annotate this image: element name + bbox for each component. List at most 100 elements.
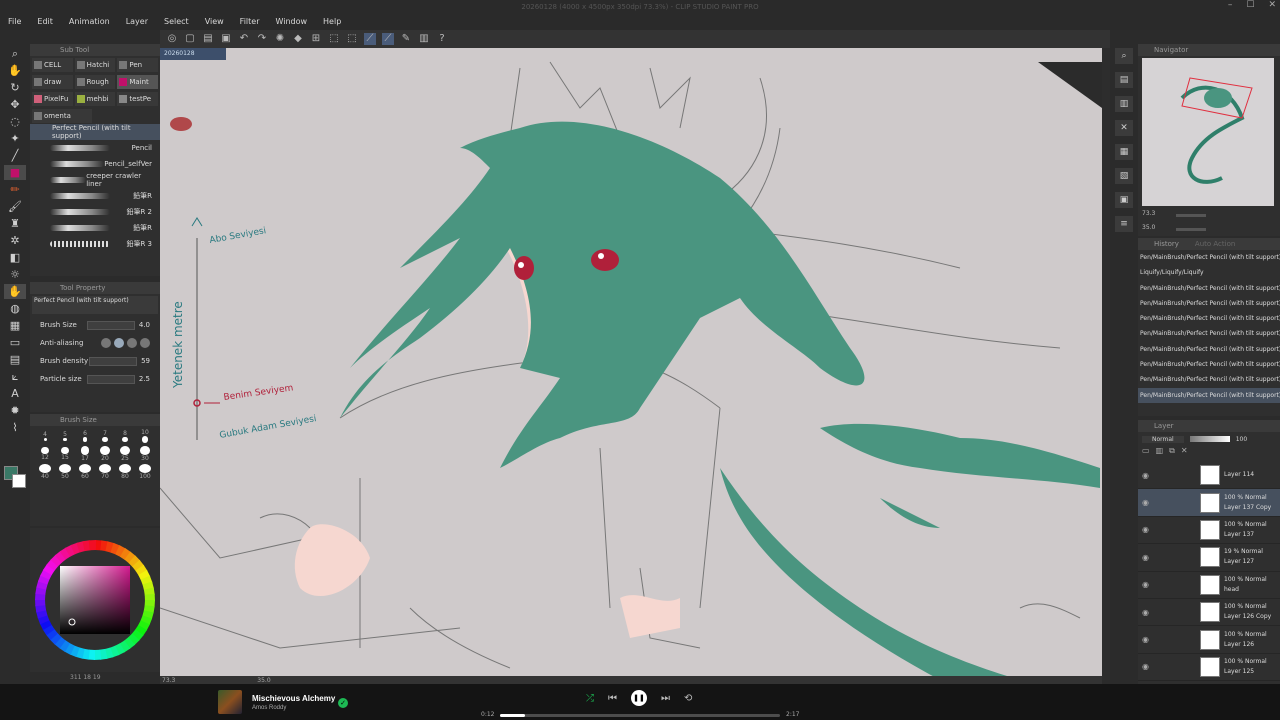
animation-icon[interactable]: ▧ <box>1115 168 1133 184</box>
brush-size-option[interactable]: 15 <box>56 446 74 462</box>
history-item[interactable]: Pen/MainBrush/Perfect Pencil (with tilt … <box>1138 342 1280 357</box>
layer-row[interactable]: ◉ Layer 114 <box>1138 462 1280 490</box>
auto-action-tab[interactable]: Auto Action <box>1195 238 1235 250</box>
text-tool-icon[interactable]: A <box>4 386 26 401</box>
brush-size-slider[interactable] <box>86 320 135 330</box>
layer-property-icon[interactable]: ▥ <box>1115 96 1133 112</box>
open-file-icon[interactable]: ▤ <box>202 33 214 45</box>
brush-item[interactable]: creeper crawler liner <box>30 172 160 188</box>
subtool-tab-testpen[interactable]: testPe <box>117 91 159 106</box>
brush-size-option[interactable]: 70 <box>96 464 114 480</box>
subtool-tab-pen[interactable]: Pen <box>117 57 159 72</box>
correct-line-tool-icon[interactable]: ⌇ <box>4 420 26 435</box>
brush-item[interactable]: 鉛筆R <box>30 220 160 236</box>
fill-tool-icon[interactable]: ◍ <box>4 301 26 316</box>
album-art[interactable] <box>218 690 242 714</box>
brush-size-option[interactable]: 30 <box>136 446 154 462</box>
opacity-slider[interactable] <box>1189 436 1230 442</box>
subtool-tab-maint[interactable]: Maint <box>117 74 159 89</box>
menu-select[interactable]: Select <box>156 14 197 30</box>
decoration-tool-icon[interactable]: ✲ <box>4 233 26 248</box>
brush-size-option[interactable]: 25 <box>116 446 134 462</box>
canvas-scrollbar[interactable] <box>1102 48 1110 680</box>
menu-filter[interactable]: Filter <box>232 14 268 30</box>
brush-density-slider[interactable] <box>89 356 138 366</box>
material-icon[interactable]: ▤ <box>1115 72 1133 88</box>
brush-size-option[interactable]: 8 <box>116 428 134 444</box>
brush-size-option[interactable]: 7 <box>96 428 114 444</box>
brush-size-option[interactable]: 60 <box>76 464 94 480</box>
canvas-zoom[interactable]: 73.3 <box>162 677 175 684</box>
menu-help[interactable]: Help <box>315 14 349 30</box>
pen-tool-icon[interactable]: ■ <box>4 165 26 180</box>
maximize-icon[interactable]: ☐ <box>1246 0 1254 14</box>
opacity-value[interactable]: 100 <box>1236 436 1247 443</box>
balloon-tool-icon[interactable]: ✹ <box>4 403 26 418</box>
layer-row[interactable]: ◉ 100 % Normal Layer 125 <box>1138 654 1280 682</box>
layer-icon[interactable]: ▥ <box>418 33 430 45</box>
brush-size-option[interactable]: 6 <box>76 428 94 444</box>
blend-mode-select[interactable]: Normal <box>1142 435 1184 443</box>
eyedropper-icon[interactable]: ╱ <box>4 148 26 163</box>
track-artist[interactable]: Amos Roddy <box>252 705 286 711</box>
aa-none-icon[interactable] <box>101 338 111 348</box>
brush-item[interactable]: Pencil <box>30 140 160 156</box>
navigator-angle-slider[interactable] <box>1176 228 1206 231</box>
subtool-tab-cell[interactable]: CELL <box>32 57 73 72</box>
brush-size-option[interactable]: 12 <box>36 446 54 462</box>
visibility-eye-icon[interactable]: ◉ <box>1142 608 1152 617</box>
history-item[interactable]: Liquify/Liquify/Liquify <box>1138 265 1280 280</box>
color-wheel[interactable] <box>30 528 160 672</box>
menu-view[interactable]: View <box>197 14 232 30</box>
ruler-tool-icon[interactable]: ⟀ <box>4 369 26 384</box>
visibility-eye-icon[interactable]: ◉ <box>1142 471 1152 480</box>
subtool-tab-rough[interactable]: Rough <box>74 74 116 89</box>
track-title[interactable]: Mischievous Alchemy <box>252 694 335 703</box>
undo-icon[interactable]: ↶ <box>238 33 250 45</box>
subtool-tab-hatching[interactable]: Hatchi <box>74 57 116 72</box>
fill-icon[interactable]: ◆ <box>292 33 304 45</box>
subtool-tab-pixelfu[interactable]: PixelFu <box>32 91 73 106</box>
snap-grid-icon[interactable]: ✎ <box>400 33 412 45</box>
gradient-tool-icon[interactable]: ▦ <box>4 318 26 333</box>
visibility-eye-icon[interactable]: ◉ <box>1142 498 1152 507</box>
menu-edit[interactable]: Edit <box>29 14 61 30</box>
new-file-icon[interactable]: ▢ <box>184 33 196 45</box>
close-panel-icon[interactable]: ✕ <box>1115 120 1133 136</box>
history-item[interactable]: Pen/MainBrush/Perfect Pencil (with tilt … <box>1138 357 1280 372</box>
brush-item[interactable]: 鉛筆R 2 <box>30 204 160 220</box>
snap-ruler-icon[interactable]: ⟋ <box>364 33 376 45</box>
shuffle-icon[interactable]: ⤮ <box>586 693 594 704</box>
pause-button[interactable]: ❚❚ <box>631 690 647 706</box>
new-raster-layer-icon[interactable]: ▭ <box>1142 446 1150 462</box>
save-icon[interactable]: ▣ <box>220 33 232 45</box>
subtool-tab-draw[interactable]: draw <box>32 74 73 89</box>
pencil-tool-icon[interactable]: ✏ <box>4 182 26 197</box>
move-tool-icon[interactable]: ✥ <box>4 97 26 112</box>
brush-size-option[interactable]: 20 <box>96 446 114 462</box>
history-item[interactable]: Pen/MainBrush/Perfect Pencil (with tilt … <box>1138 311 1280 326</box>
visibility-eye-icon[interactable]: ◉ <box>1142 635 1152 644</box>
brush-size-option[interactable]: 40 <box>36 464 54 480</box>
history-item[interactable]: Pen/MainBrush/Perfect Pencil (with tilt … <box>1138 326 1280 341</box>
subtool-tab-omenta[interactable]: omenta <box>32 108 92 123</box>
aa-medium-icon[interactable] <box>127 338 137 348</box>
navigator-zoom[interactable]: 73.3 <box>1142 210 1155 217</box>
hue-segment[interactable] <box>93 649 102 660</box>
airbrush-tool-icon[interactable]: ♜ <box>4 216 26 231</box>
aa-weak-icon[interactable] <box>114 338 124 348</box>
visibility-eye-icon[interactable]: ◉ <box>1142 525 1152 534</box>
brush-size-option[interactable]: 5 <box>56 428 74 444</box>
frame-tool-icon[interactable]: ▤ <box>4 352 26 367</box>
visibility-eye-icon[interactable]: ◉ <box>1142 580 1152 589</box>
brush-tool-icon[interactable]: 🖌 <box>4 199 26 214</box>
brush-item[interactable]: 鉛筆R 3 <box>30 236 160 252</box>
layer-row[interactable]: ◉ 100 % Normal Layer 137 <box>1138 517 1280 545</box>
minimize-icon[interactable]: – <box>1228 0 1233 14</box>
brush-size-option[interactable]: 100 <box>136 464 154 480</box>
color-swatch-icon[interactable] <box>4 466 26 488</box>
anti-aliasing-row[interactable]: Anti-aliasing <box>30 334 160 352</box>
settings-icon[interactable]: ▣ <box>1115 192 1133 208</box>
timeline-icon[interactable]: ▦ <box>1115 144 1133 160</box>
layer-row[interactable]: ◉ 100 % Normal Layer 126 Copy <box>1138 599 1280 627</box>
